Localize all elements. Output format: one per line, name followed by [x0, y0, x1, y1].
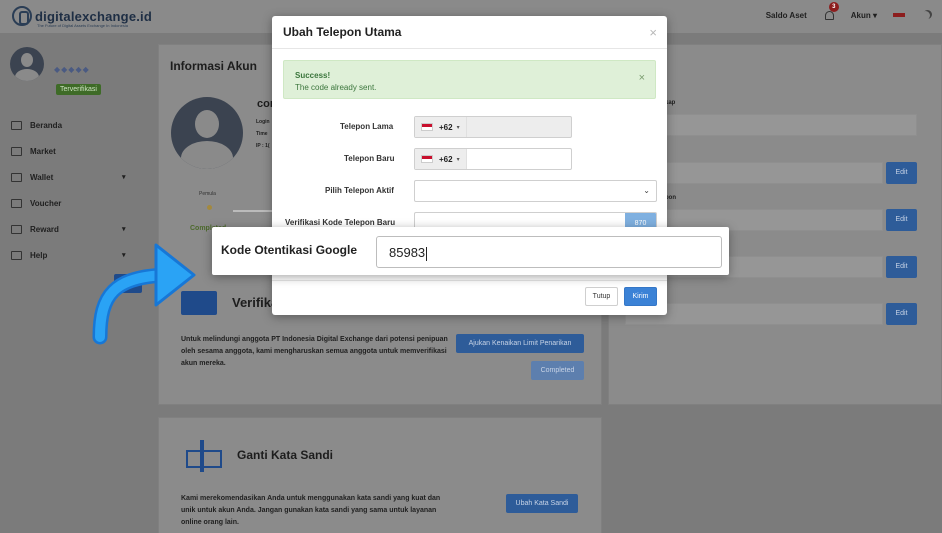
- avatar: [10, 47, 44, 81]
- alert-message: The code already sent.: [295, 83, 377, 92]
- account-info-title: Informasi Akun: [170, 59, 257, 73]
- google-auth-label: Kode Otentikasi Google: [221, 243, 358, 257]
- chevron-down-icon: ⌄: [643, 186, 650, 195]
- caret-down-icon: ▾: [456, 124, 460, 131]
- sidebar-item-label: Wallet: [30, 172, 54, 182]
- indonesia-flag-icon: [421, 123, 433, 131]
- profile-avatar: [171, 97, 243, 169]
- caret-down-icon: ▾: [872, 10, 877, 20]
- chevron-down-icon: ▾: [122, 174, 126, 181]
- logo-text: digitalexchange.id: [35, 8, 153, 24]
- country-code: +62: [439, 154, 453, 164]
- new-phone-label: Telepon Baru: [344, 154, 395, 163]
- sidebar-item-wallet[interactable]: Wallet ▾: [0, 164, 150, 190]
- sidebar-item-label: Voucher: [30, 198, 62, 208]
- verify-code-label: Verifikasi Kode Telepon Baru: [285, 218, 396, 227]
- indonesia-flag-icon: [421, 155, 433, 163]
- change-password-description: Kami merekomendasikan Anda untuk menggun…: [181, 495, 441, 526]
- withdrawal-limit-button[interactable]: Ajukan Kenaikan Limit Penarikan: [456, 334, 584, 353]
- google-auth-code-text: 85983: [389, 245, 426, 260]
- verified-badge: Terverifikasi: [56, 84, 101, 95]
- old-phone-label: Telepon Lama: [340, 122, 394, 131]
- sidebar-item-label: Reward: [30, 224, 59, 234]
- sidebar-item-market[interactable]: Market: [0, 138, 150, 164]
- sidebar-item-label: Beranda: [30, 120, 63, 130]
- bell-icon[interactable]: 3: [823, 2, 839, 21]
- voucher-icon: [11, 198, 22, 208]
- edit-phone-button[interactable]: Edit: [886, 209, 917, 231]
- new-phone-input[interactable]: +62 ▾: [414, 148, 572, 170]
- text-cursor: [426, 246, 428, 261]
- meta-ip: IP : 1(: [256, 143, 270, 149]
- chart-icon: [11, 146, 22, 156]
- send-button[interactable]: Kirim: [624, 287, 657, 306]
- close-icon[interactable]: ×: [649, 25, 657, 40]
- modal-header: Ubah Telepon Utama ×: [272, 16, 667, 49]
- member-level-gems-icon: ◆◆◆◆◆: [54, 65, 90, 74]
- headset-icon: [11, 250, 22, 260]
- gift-icon: [11, 224, 22, 234]
- sidebar-item-label: Market: [30, 146, 56, 156]
- success-alert: Success! The code already sent. ×: [283, 60, 656, 99]
- change-password-button[interactable]: Ubah Kata Sandi: [506, 494, 578, 513]
- language-flag-icon[interactable]: [893, 13, 905, 17]
- contact-field-1: [625, 114, 917, 136]
- google-auth-callout: Kode Otentikasi Google 85983: [212, 227, 729, 275]
- verification-description: Untuk melindungi anggota PT Indonesia Di…: [181, 336, 448, 367]
- dark-mode-moon-icon[interactable]: [921, 11, 930, 20]
- sidebar-item-label: Help: [30, 250, 48, 260]
- meta-login: Login: [256, 119, 270, 125]
- active-phone-label: Pilih Telepon Aktif: [325, 186, 394, 195]
- balance-link[interactable]: Saldo Aset: [766, 11, 807, 20]
- change-password-card: Ganti Kata Sandi Kami merekomendasikan A…: [158, 417, 602, 533]
- logo-tagline: The Future of Digital Assets Exchange In…: [37, 23, 128, 28]
- account-label: Akun: [850, 10, 871, 20]
- edit-button[interactable]: Edit: [886, 303, 917, 325]
- top-right-menu: Saldo Aset 3 Akun ▾: [750, 2, 930, 21]
- meta-time: Time: [256, 131, 268, 137]
- wallet-icon: [11, 172, 22, 182]
- verification-completed-button[interactable]: Completed: [531, 361, 584, 380]
- sidebar-item-beranda[interactable]: Beranda: [0, 112, 150, 138]
- pointer-arrow-icon: [92, 243, 196, 345]
- old-phone-input: +62 ▾: [414, 116, 572, 138]
- logo[interactable]: digitalexchange.id The Future of Digital…: [12, 6, 153, 28]
- alert-close-icon[interactable]: ×: [639, 72, 645, 84]
- google-auth-code-input[interactable]: 85983: [376, 236, 722, 268]
- profile-meta: Login Time IP : 1(: [256, 116, 270, 152]
- level-label: Pemula: [199, 191, 216, 197]
- edit-button[interactable]: Edit: [886, 162, 917, 184]
- active-phone-select[interactable]: ⌄: [414, 180, 657, 202]
- home-icon: [11, 120, 22, 130]
- level-progress-line: [233, 210, 273, 212]
- caret-down-icon: ▾: [456, 156, 460, 163]
- account-menu[interactable]: Akun ▾: [851, 11, 877, 20]
- modal-title: Ubah Telepon Utama: [283, 25, 402, 39]
- alert-title: Success!: [295, 71, 331, 80]
- logo-icon: [12, 6, 32, 26]
- edit-button[interactable]: Edit: [886, 256, 917, 278]
- password-icon: [186, 440, 222, 472]
- country-code-selector[interactable]: +62 ▾: [415, 149, 467, 169]
- change-password-title: Ganti Kata Sandi: [237, 448, 334, 462]
- country-code-selector: +62 ▾: [415, 117, 467, 137]
- level-gem-icon: [207, 205, 212, 210]
- notification-badge: 3: [828, 2, 839, 12]
- cancel-button[interactable]: Tutup: [585, 287, 618, 306]
- sidebar-item-voucher[interactable]: Voucher: [0, 190, 150, 216]
- google-auth-code-value: 85983: [389, 245, 428, 261]
- country-code: +62: [439, 122, 453, 132]
